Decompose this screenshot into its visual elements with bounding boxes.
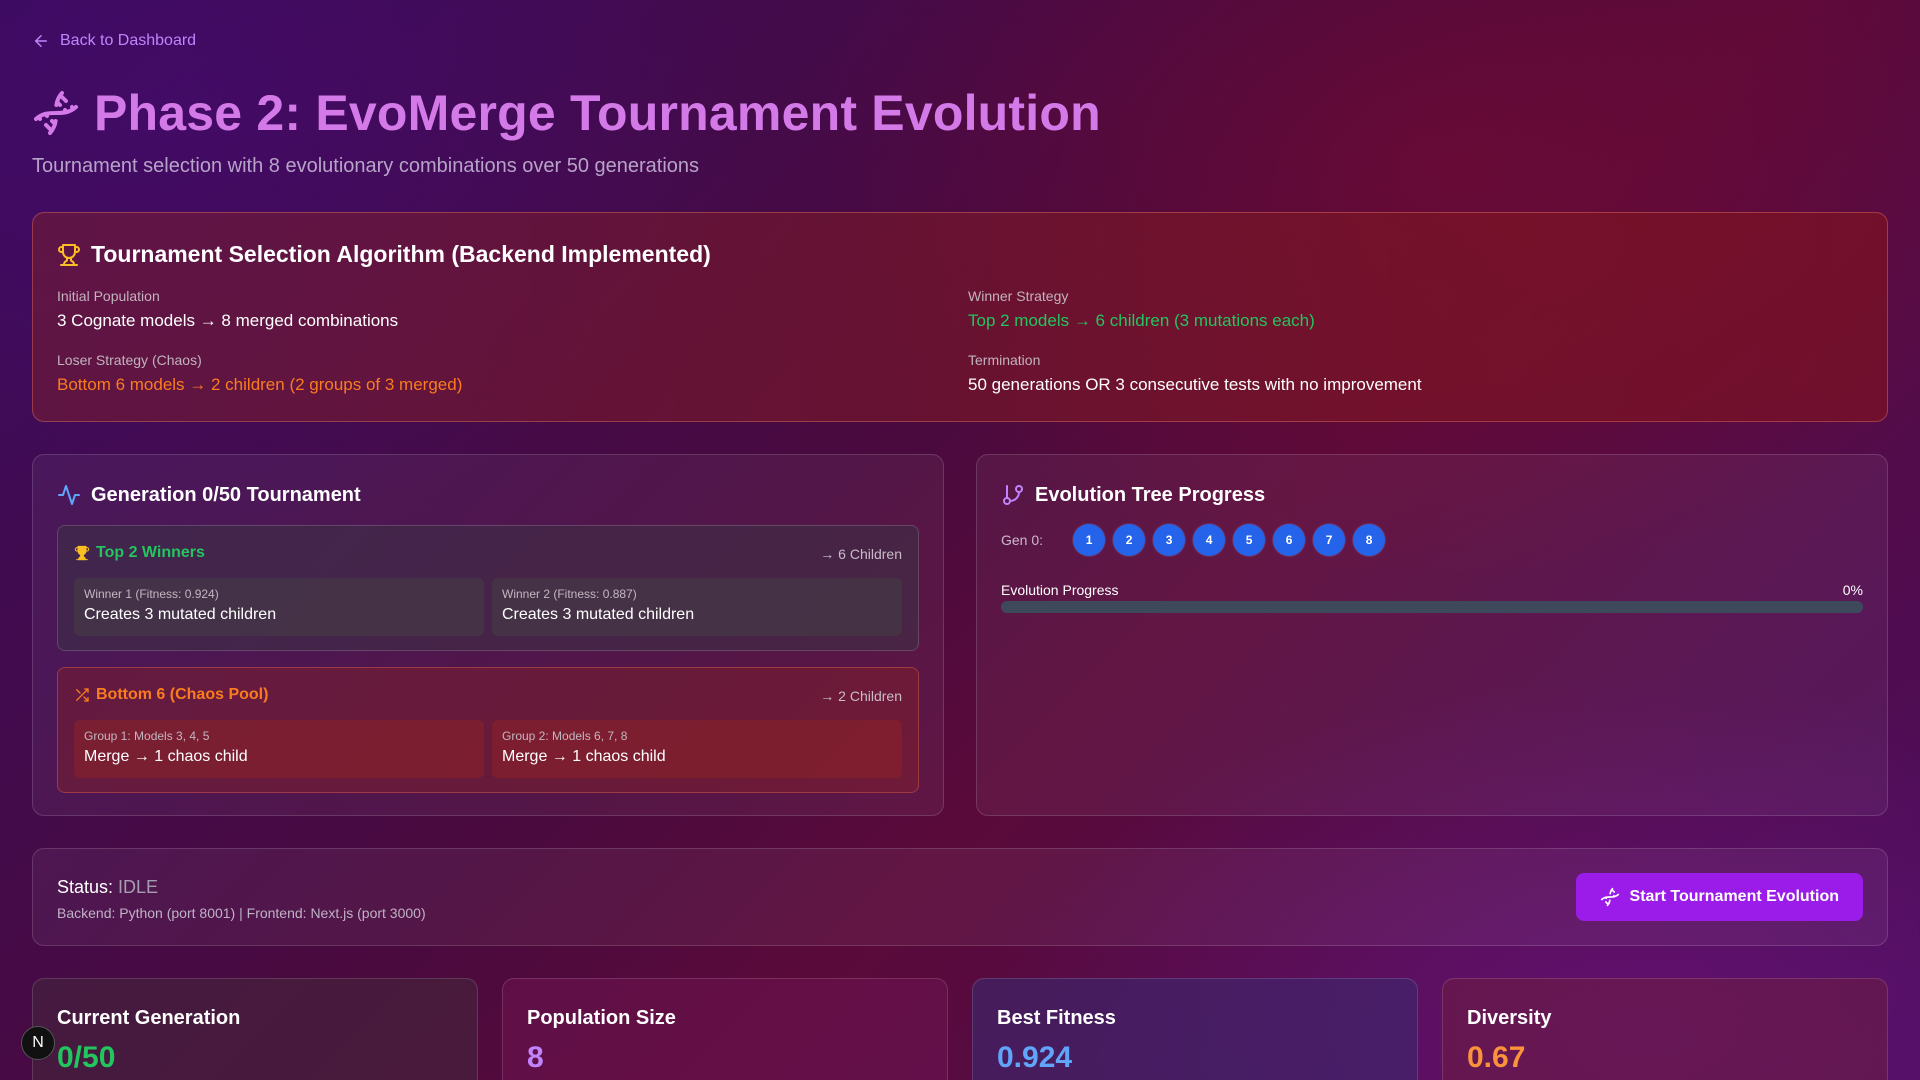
tree-node: 1: [1073, 524, 1106, 556]
winner-2-label: Winner 2 (Fitness: 0.887): [502, 587, 637, 601]
winners-children: → 6 Children: [820, 546, 902, 562]
tree-node: 5: [1233, 524, 1266, 556]
algorithm-title: Tournament Selection Algorithm (Backend …: [91, 241, 711, 267]
activity-icon: [58, 485, 80, 505]
stat-best-fitness: Best Fitness 0.924: [972, 978, 1418, 1080]
chaos-group-1-label: Group 1: Models 3, 4, 5: [84, 729, 210, 743]
chaos-pool: Bottom 6 (Chaos Pool) → 2 Children Group…: [57, 667, 919, 793]
initial-population: Initial Population 3 Cognate models → 8 …: [57, 288, 398, 331]
loser-strategy: Loser Strategy (Chaos) Bottom 6 models →…: [57, 352, 462, 395]
initial-population-label: Initial Population: [57, 288, 160, 304]
chaos-group-2-value: Merge → 1 chaos child: [502, 748, 666, 765]
stat-population-size: Population Size 8: [502, 978, 948, 1080]
winners-pool: Top 2 Winners → 6 Children Winner 1 (Fit…: [57, 525, 919, 651]
chaos-group-2-label: Group 2: Models 6, 7, 8: [502, 729, 628, 743]
page-title: Phase 2: EvoMerge Tournament Evolution: [94, 85, 1101, 141]
tree-node: 3: [1153, 524, 1186, 556]
trophy-icon: [58, 243, 80, 266]
arrow-left-icon: [35, 35, 47, 47]
chaos-title: Bottom 6 (Chaos Pool): [74, 686, 268, 704]
algorithm-card: Tournament Selection Algorithm (Backend …: [32, 212, 1888, 422]
gen-label: Gen 0:: [1001, 532, 1044, 548]
termination-label: Termination: [968, 352, 1041, 368]
progress-value: 0%: [1842, 582, 1863, 598]
winner-2: Winner 2 (Fitness: 0.887) Creates 3 muta…: [492, 578, 902, 636]
winner-strategy-value: Top 2 models → 6 children (3 mutations e…: [968, 311, 1315, 330]
status-detail: Backend: Python (port 8001) | Frontend: …: [57, 905, 426, 921]
termination-value: 50 generations OR 3 consecutive tests wi…: [968, 375, 1422, 394]
winner-1-label: Winner 1 (Fitness: 0.924): [84, 587, 219, 601]
start-tournament-button[interactable]: Start Tournament Evolution: [1575, 873, 1863, 921]
stat-title: Population Size: [527, 1007, 676, 1029]
chaos-group-2: Group 2: Models 6, 7, 8 Merge → 1 chaos …: [492, 720, 902, 778]
tree-header: Evolution Tree Progress: [1001, 483, 1265, 507]
generation-card: Generation 0/50 Tournament Top 2 Winners…: [32, 454, 944, 816]
stat-value: 0.924: [997, 1041, 1073, 1074]
tree-node: 7: [1313, 524, 1346, 556]
algorithm-header: Tournament Selection Algorithm (Backend …: [57, 241, 711, 268]
progress-bar: [1001, 601, 1863, 613]
progress-label: Evolution Progress: [1001, 582, 1119, 598]
stat-value: 8: [527, 1041, 544, 1074]
chaos-title-label: Bottom 6 (Chaos Pool): [96, 686, 269, 703]
initial-population-value: 3 Cognate models → 8 merged combinations: [57, 311, 399, 330]
back-link-label: Back to Dashboard: [60, 32, 197, 49]
stat-title: Current Generation: [57, 1007, 241, 1029]
evolution-tree-card: Evolution Tree Progress Gen 0: 12345678 …: [976, 454, 1888, 816]
page-header: Phase 2: EvoMerge Tournament Evolution: [32, 84, 1101, 142]
winner-1: Winner 1 (Fitness: 0.924) Creates 3 muta…: [74, 578, 484, 636]
stat-value: 0/50: [57, 1041, 116, 1074]
winners-title: Top 2 Winners: [74, 544, 205, 562]
winner-strategy: Winner Strategy Top 2 models → 6 childre…: [968, 288, 1315, 331]
stat-title: Best Fitness: [997, 1007, 1116, 1029]
dna-icon: [1600, 887, 1619, 907]
git-branch-icon: [1003, 485, 1023, 505]
tree-node: 2: [1113, 524, 1146, 556]
tree-node: 8: [1353, 524, 1386, 556]
back-link[interactable]: Back to Dashboard: [32, 32, 196, 50]
status-label: Status:: [57, 877, 114, 897]
status-line: Status: IDLE: [57, 877, 158, 898]
tree-title: Evolution Tree Progress: [1035, 483, 1266, 506]
chaos-group-1: Group 1: Models 3, 4, 5 Merge → 1 chaos …: [74, 720, 484, 778]
winner-strategy-label: Winner Strategy: [968, 288, 1069, 304]
chaos-group-1-value: Merge → 1 chaos child: [84, 748, 248, 765]
stat-current-generation: Current Generation 0/50: [32, 978, 478, 1080]
status-card: Status: IDLE Backend: Python (port 8001)…: [32, 848, 1888, 946]
winner-1-value: Creates 3 mutated children: [84, 606, 277, 623]
loser-strategy-value: Bottom 6 models → 2 children (2 groups o…: [57, 375, 463, 394]
winners-title-label: Top 2 Winners: [96, 544, 205, 561]
dna-icon: [34, 91, 78, 135]
winner-2-value: Creates 3 mutated children: [502, 606, 695, 623]
stat-value: 0.67: [1467, 1041, 1526, 1074]
page-subtitle: Tournament selection with 8 evolutionary…: [32, 155, 700, 177]
trophy-icon: [74, 545, 90, 561]
generation-row: Gen 0: 12345678: [1001, 524, 1386, 556]
tree-node: 4: [1193, 524, 1226, 556]
chaos-children: → 2 Children: [820, 688, 902, 704]
shuffle-icon: [76, 688, 89, 702]
start-tournament-label: Start Tournament Evolution: [1629, 888, 1839, 905]
loser-strategy-label: Loser Strategy (Chaos): [57, 352, 202, 368]
tree-node: 6: [1273, 524, 1306, 556]
stat-diversity: Diversity 0.67: [1442, 978, 1888, 1080]
generation-header: Generation 0/50 Tournament: [57, 483, 361, 507]
termination: Termination 50 generations OR 3 consecut…: [968, 352, 1422, 395]
generation-title: Generation 0/50 Tournament: [91, 483, 361, 506]
status-value: IDLE: [118, 877, 159, 897]
nextjs-badge[interactable]: N: [21, 1026, 55, 1060]
stat-title: Diversity: [1467, 1007, 1552, 1029]
